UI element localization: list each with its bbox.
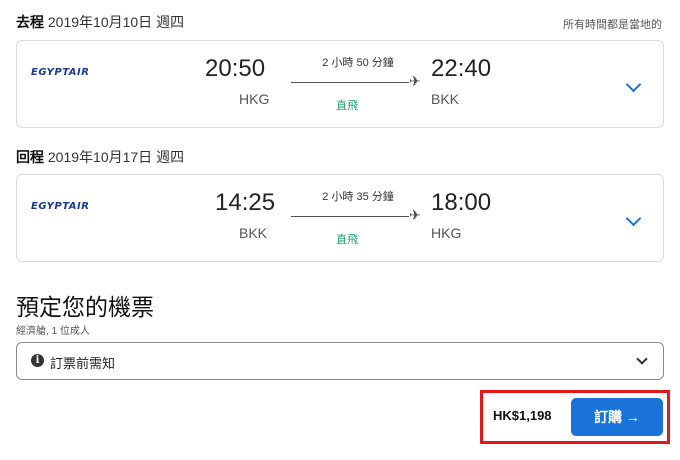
- outbound-header: 去程 2019年10月10日 週四: [16, 12, 184, 32]
- book-button[interactable]: 訂購 →: [571, 398, 663, 436]
- outbound-label: 去程: [16, 14, 44, 30]
- return-arrive-airport: HKG: [431, 225, 462, 241]
- notice-label: 訂票前需知: [50, 356, 116, 371]
- chevron-down-icon[interactable]: [625, 76, 642, 93]
- outbound-depart-airport: HKG: [239, 91, 270, 107]
- outbound-flight-card[interactable]: EGYPTAIR 20:50 HKG 2 小時 50 分鐘 ✈ 直飛 22:40…: [16, 40, 664, 128]
- booking-notice-dropdown[interactable]: i 訂票前需知: [16, 342, 664, 380]
- outbound-depart-time: 20:50: [205, 55, 266, 82]
- total-price: HK$1,198: [493, 408, 552, 423]
- route-line: [291, 216, 409, 217]
- return-nonstop-label: 直飛: [336, 234, 358, 246]
- booking-subtitle: 經濟艙, 1 位成人: [16, 326, 90, 337]
- return-date: 2019年10月17日 週四: [47, 149, 185, 165]
- chevron-down-icon[interactable]: [625, 210, 642, 227]
- outbound-date: 2019年10月10日 週四: [47, 14, 185, 30]
- chevron-down-icon: [636, 353, 648, 365]
- outbound-arrive-time: 22:40: [431, 55, 492, 82]
- outbound-nonstop-label: 直飛: [336, 100, 358, 112]
- timezone-note: 所有時間都是當地的: [563, 19, 662, 31]
- return-depart-time: 14:25: [215, 189, 276, 216]
- airline-logo: EGYPTAIR: [31, 67, 90, 78]
- route-line: [291, 82, 409, 83]
- return-flight-card[interactable]: EGYPTAIR 14:25 BKK 2 小時 35 分鐘 ✈ 直飛 18:00…: [16, 174, 664, 262]
- airline-logo: EGYPTAIR: [31, 201, 90, 212]
- info-icon: i: [31, 354, 44, 367]
- plane-icon: ✈: [409, 73, 421, 89]
- booking-title: 預定您的機票: [16, 294, 154, 320]
- return-depart-airport: BKK: [239, 225, 268, 241]
- return-header: 回程 2019年10月17日 週四: [16, 147, 184, 167]
- return-duration: 2 小時 35 分鐘: [322, 191, 394, 203]
- return-label: 回程: [16, 149, 44, 165]
- outbound-duration: 2 小時 50 分鐘: [322, 57, 394, 69]
- return-arrive-time: 18:00: [431, 189, 492, 216]
- plane-icon: ✈: [409, 207, 421, 223]
- outbound-arrive-airport: BKK: [431, 91, 460, 107]
